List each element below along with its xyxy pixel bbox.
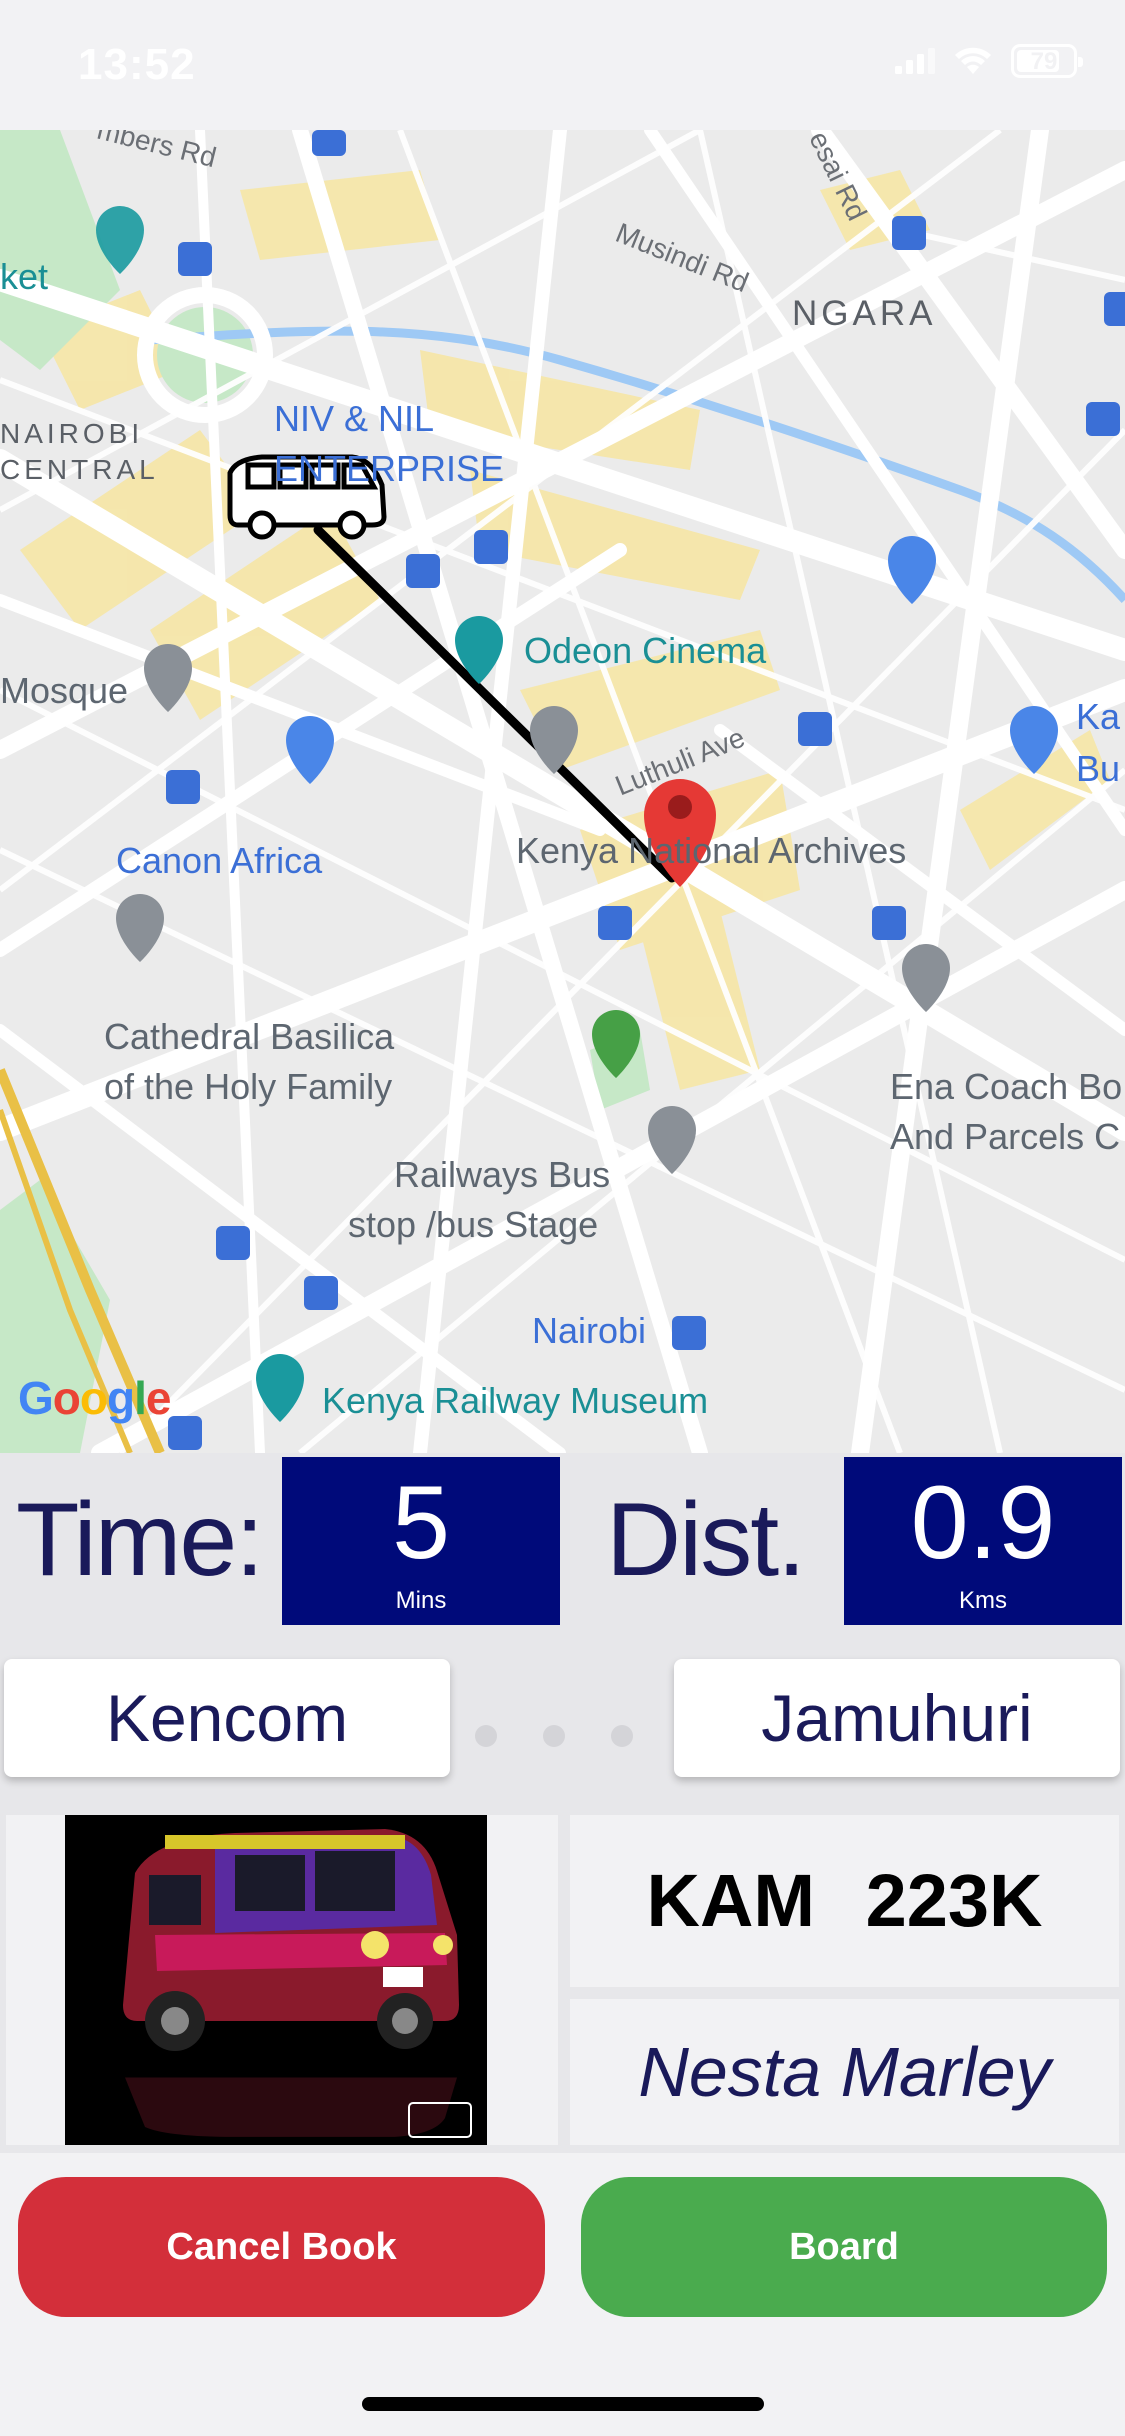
- distance-unit: Kms: [959, 1587, 1007, 1614]
- status-bar: 13:52 79: [0, 0, 1125, 130]
- matatu-photo[interactable]: [65, 1815, 487, 2145]
- area-label-nairobi: NAIROBI: [0, 418, 144, 449]
- place-label-nairobi-station: Nairobi: [532, 1310, 647, 1351]
- cancel-book-button[interactable]: Cancel Book: [18, 2177, 545, 2317]
- distance-label: Dist.: [606, 1482, 806, 1598]
- origin-stop-button[interactable]: Kencom: [4, 1659, 450, 1777]
- route-stops: Kencom Jamuhuri: [0, 1633, 1125, 1809]
- action-bar: Cancel Book Board: [0, 2153, 1125, 2436]
- time-label: Time:: [16, 1482, 264, 1598]
- distance-value: 0.9: [910, 1465, 1056, 1581]
- place-label-mosque: Mosque: [0, 670, 129, 711]
- time-unit: Mins: [395, 1587, 447, 1614]
- home-indicator[interactable]: [362, 2397, 764, 2411]
- place-label-archives: Kenya National Archives: [516, 830, 907, 871]
- wifi-icon: [955, 47, 991, 74]
- distance-value-box: 0.9 Kms: [844, 1457, 1122, 1625]
- place-label-niv-nil: NIV & NIL: [274, 398, 435, 439]
- map-canvas: [0, 130, 1125, 1453]
- place-label-ena-coach: And Parcels C: [890, 1116, 1121, 1157]
- cellular-signal-icon: [895, 48, 935, 74]
- area-label-central: CENTRAL: [0, 454, 159, 485]
- place-label-cathedral: of the Holy Family: [104, 1066, 393, 1107]
- place-label-canon: Canon Africa: [116, 840, 323, 881]
- vehicle-plate: KAM 223K: [570, 1815, 1119, 1987]
- time-value: 5: [392, 1465, 450, 1581]
- battery-icon: 79: [1011, 44, 1083, 78]
- area-label-ngara: NGARA: [792, 294, 937, 333]
- place-label-ena-coach: Ena Coach Bo: [890, 1066, 1123, 1107]
- vehicle-photo-cell: [6, 1815, 558, 2145]
- place-label-bu: Bu: [1076, 748, 1121, 789]
- driver-name: Nesta Marley: [570, 1999, 1119, 2145]
- place-label-odeon: Odeon Cinema: [524, 630, 767, 671]
- map-view[interactable]: mbers Rd Musindi Rd esai Rd Luthuli Ave …: [0, 130, 1125, 1453]
- destination-stop-button[interactable]: Jamuhuri: [674, 1659, 1120, 1777]
- google-logo[interactable]: Google: [18, 1372, 171, 1425]
- place-label-railways-bus: Railways Bus: [394, 1154, 611, 1195]
- place-label-cathedral: Cathedral Basilica: [104, 1016, 395, 1057]
- place-label-railways-bus: stop /bus Stage: [348, 1204, 599, 1245]
- trip-summary: Time: 5 Mins Dist. 0.9 Kms: [0, 1453, 1125, 1633]
- battery-percent: 79: [1030, 48, 1058, 75]
- vehicle-info: KAM 223K Nesta Marley: [0, 1809, 1125, 2153]
- place-label-ket: ket: [0, 256, 49, 297]
- place-label-niv-nil: ENTERPRISE: [274, 448, 505, 489]
- place-label-ka: Ka: [1076, 696, 1121, 737]
- status-icons: 79: [895, 44, 1083, 78]
- time-value-box: 5 Mins: [282, 1457, 560, 1625]
- status-time: 13:52: [78, 40, 196, 89]
- board-button[interactable]: Board: [581, 2177, 1107, 2317]
- place-label-railway-museum: Kenya Railway Museum: [322, 1380, 709, 1421]
- route-dots: [475, 1725, 633, 1747]
